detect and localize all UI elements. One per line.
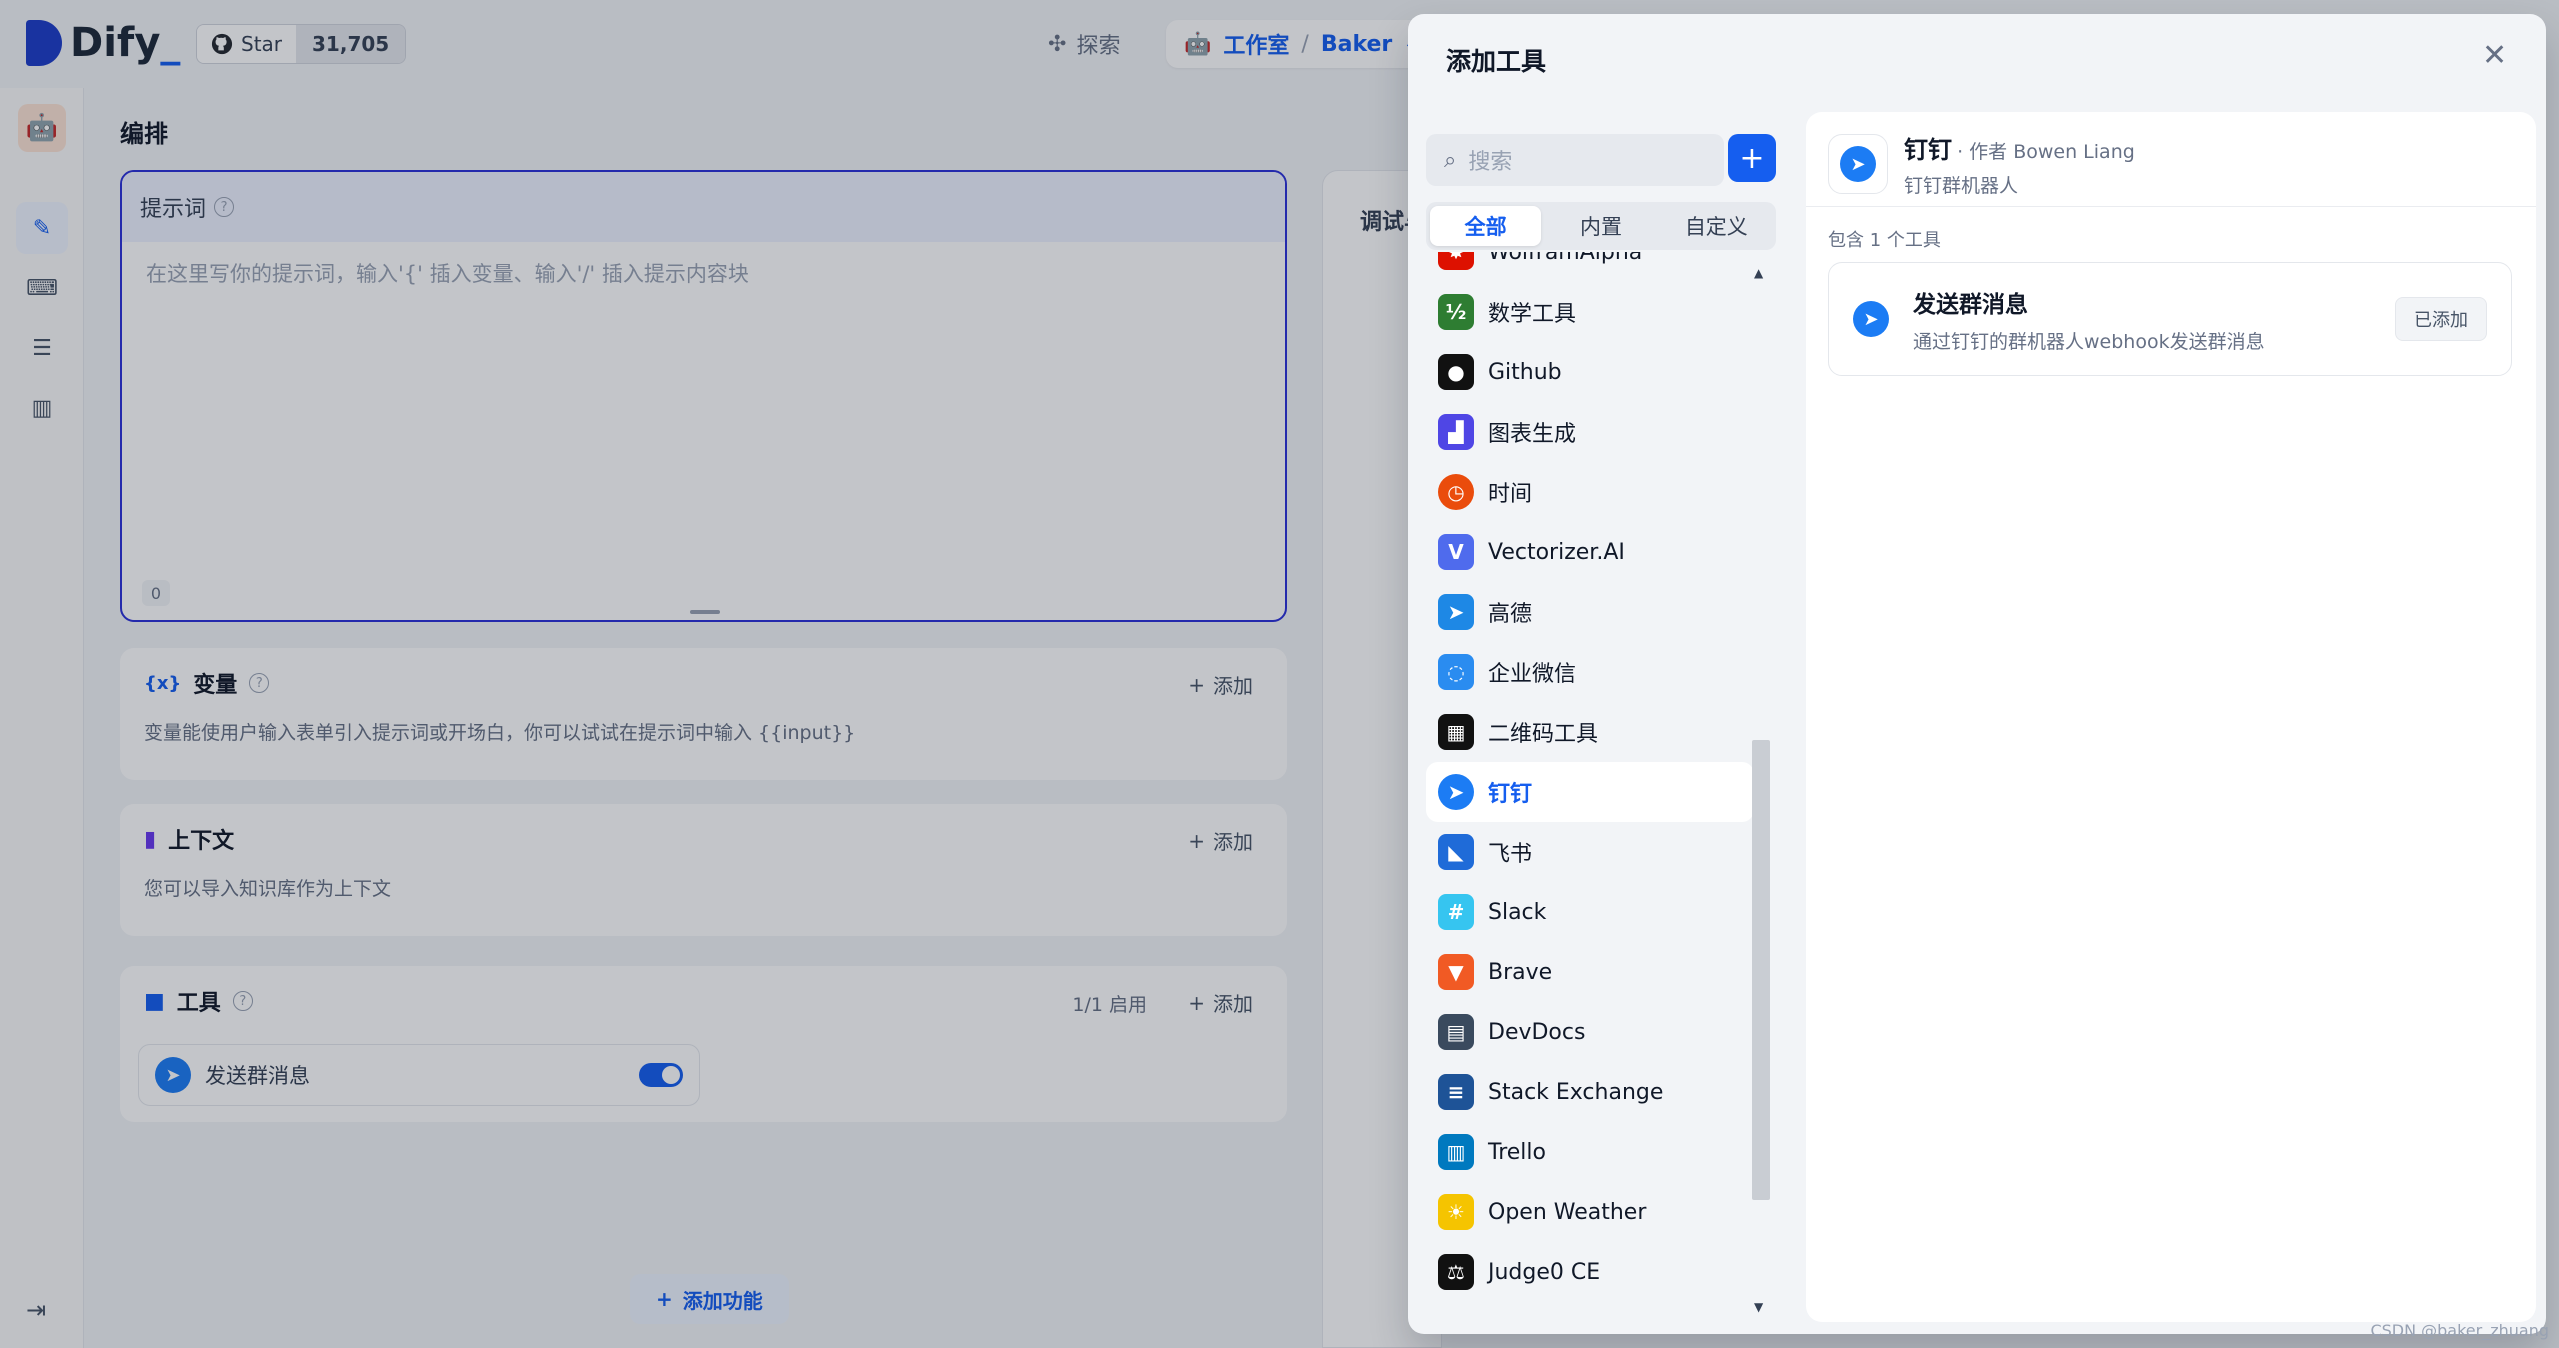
provider-name: 钉钉 xyxy=(1904,136,1952,164)
tool-list-item[interactable]: ▤ DevDocs xyxy=(1426,1002,1754,1062)
weather-icon: ☀ xyxy=(1438,1194,1474,1230)
tool-list-label: Trello xyxy=(1488,1139,1546,1165)
tool-list-item[interactable]: ◌ 企业微信 xyxy=(1426,642,1754,702)
tool-list-item[interactable]: ➤ 钉钉 xyxy=(1426,762,1754,822)
tool-list-label: Vectorizer.AI xyxy=(1488,539,1625,565)
tool-list-label: Slack xyxy=(1488,899,1547,925)
tool-list-label: WolframAlpha xyxy=(1488,252,1643,265)
tool-list-label: 二维码工具 xyxy=(1488,722,1599,747)
tool-list-label: 数学工具 xyxy=(1488,302,1577,327)
wolfram-icon: ✸ xyxy=(1438,252,1474,270)
tool-list-item[interactable]: ≡ Stack Exchange xyxy=(1426,1062,1754,1122)
tool-list-label: 钉钉 xyxy=(1488,782,1533,807)
tool-count-label: 包含 1 个工具 xyxy=(1828,230,1941,251)
tool-search-input[interactable]: ⌕ 搜索 xyxy=(1426,134,1724,186)
tool-list-label: 图表生成 xyxy=(1488,422,1577,447)
search-placeholder: 搜索 xyxy=(1468,150,1513,175)
close-icon[interactable]: ✕ xyxy=(2482,38,2507,73)
chart-icon: ▟ xyxy=(1438,414,1474,450)
clock-icon: ◷ xyxy=(1438,474,1474,510)
tab-builtin[interactable]: 内置 xyxy=(1545,206,1656,246)
dingtalk-icon: ➤ xyxy=(1438,774,1474,810)
watermark: CSDN @baker_zhuang xyxy=(2370,1321,2549,1340)
added-badge[interactable]: 已添加 xyxy=(2395,297,2487,341)
drawer-title: 添加工具 xyxy=(1446,47,1547,76)
tool-list-item[interactable]: ▦ 二维码工具 xyxy=(1426,702,1754,762)
add-custom-tool-button[interactable]: + xyxy=(1728,134,1776,182)
tool-list-item[interactable]: ◣ 飞书 xyxy=(1426,822,1754,882)
feishu-icon: ◣ xyxy=(1438,834,1474,870)
provider-author: · 作者 Bowen Liang xyxy=(1957,141,2135,163)
judge0-icon: ⚖ xyxy=(1438,1254,1474,1290)
tool-list-item[interactable]: ▼ Brave xyxy=(1426,942,1754,1002)
tool-list: ✸ WolframAlpha ½ 数学工具 ● Github ▟ 图表生成 ◷ 时间 V Vector… xyxy=(1426,252,1754,1324)
tool-list-label: Github xyxy=(1488,359,1562,385)
tool-list-label: 高德 xyxy=(1488,602,1533,627)
tab-all[interactable]: 全部 xyxy=(1430,206,1542,246)
tool-list-item[interactable]: ✸ WolframAlpha xyxy=(1426,252,1754,282)
math-icon: ½ xyxy=(1438,294,1474,330)
scroll-up-icon[interactable]: ▲ xyxy=(1754,266,1763,280)
tool-list-item[interactable]: ½ 数学工具 xyxy=(1426,282,1754,342)
tool-list-item[interactable]: # Slack xyxy=(1426,882,1754,942)
tool-list-item[interactable]: V Vectorizer.AI xyxy=(1426,522,1754,582)
amap-icon: ➤ xyxy=(1438,594,1474,630)
vectorizer-icon: V xyxy=(1438,534,1474,570)
wecom-icon: ◌ xyxy=(1438,654,1474,690)
tool-list-label: Brave xyxy=(1488,959,1553,985)
plus-icon: + xyxy=(1739,140,1765,176)
tool-list-item[interactable]: ▟ 图表生成 xyxy=(1426,402,1754,462)
devdocs-icon: ▤ xyxy=(1438,1014,1474,1050)
tool-card[interactable]: ➤ 发送群消息 通过钉钉的群机器人webhook发送群消息 已添加 xyxy=(1828,262,2512,376)
tool-list-label: 企业微信 xyxy=(1488,662,1577,687)
scroll-down-icon[interactable]: ▼ xyxy=(1754,1300,1763,1314)
tool-list-label: 时间 xyxy=(1488,482,1533,507)
dingtalk-icon: ➤ xyxy=(1828,134,1888,194)
tool-card-description: 通过钉钉的群机器人webhook发送群消息 xyxy=(1913,330,2265,353)
tool-list-label: Stack Exchange xyxy=(1488,1079,1664,1105)
tool-list-item[interactable]: ☀ Open Weather xyxy=(1426,1182,1754,1242)
dingtalk-icon: ➤ xyxy=(1853,301,1889,337)
slack-icon: # xyxy=(1438,894,1474,930)
github-icon: ● xyxy=(1438,354,1474,390)
tab-custom[interactable]: 自定义 xyxy=(1661,206,1772,246)
tool-detail-header: ➤ 钉钉 · 作者 Bowen Liang 钉钉群机器人 xyxy=(1828,130,2135,198)
tool-list-label: Judge0 CE xyxy=(1488,1259,1601,1285)
stackexchange-icon: ≡ xyxy=(1438,1074,1474,1110)
search-icon: ⌕ xyxy=(1444,147,1457,173)
scrollbar[interactable]: ▲ ▼ xyxy=(1752,260,1770,1320)
tool-list-item[interactable]: ⚖ Judge0 CE xyxy=(1426,1242,1754,1302)
provider-description: 钉钉群机器人 xyxy=(1904,175,2019,197)
tool-list-label: DevDocs xyxy=(1488,1019,1586,1045)
tool-list-item[interactable]: ◷ 时间 xyxy=(1426,462,1754,522)
qrcode-icon: ▦ xyxy=(1438,714,1474,750)
tool-list-item[interactable]: ● Github xyxy=(1426,342,1754,402)
divider xyxy=(1806,206,2536,207)
tool-category-tabs: 全部 内置 自定义 xyxy=(1426,202,1776,250)
tool-card-name: 发送群消息 xyxy=(1913,291,2028,318)
scrollbar-thumb[interactable] xyxy=(1752,740,1770,1200)
tool-list-item[interactable]: ▥ Trello xyxy=(1426,1122,1754,1182)
brave-icon: ▼ xyxy=(1438,954,1474,990)
tool-list-label: 飞书 xyxy=(1488,842,1533,867)
tool-list-label: Open Weather xyxy=(1488,1199,1647,1225)
trello-icon: ▥ xyxy=(1438,1134,1474,1170)
tool-list-item[interactable]: ➤ 高德 xyxy=(1426,582,1754,642)
